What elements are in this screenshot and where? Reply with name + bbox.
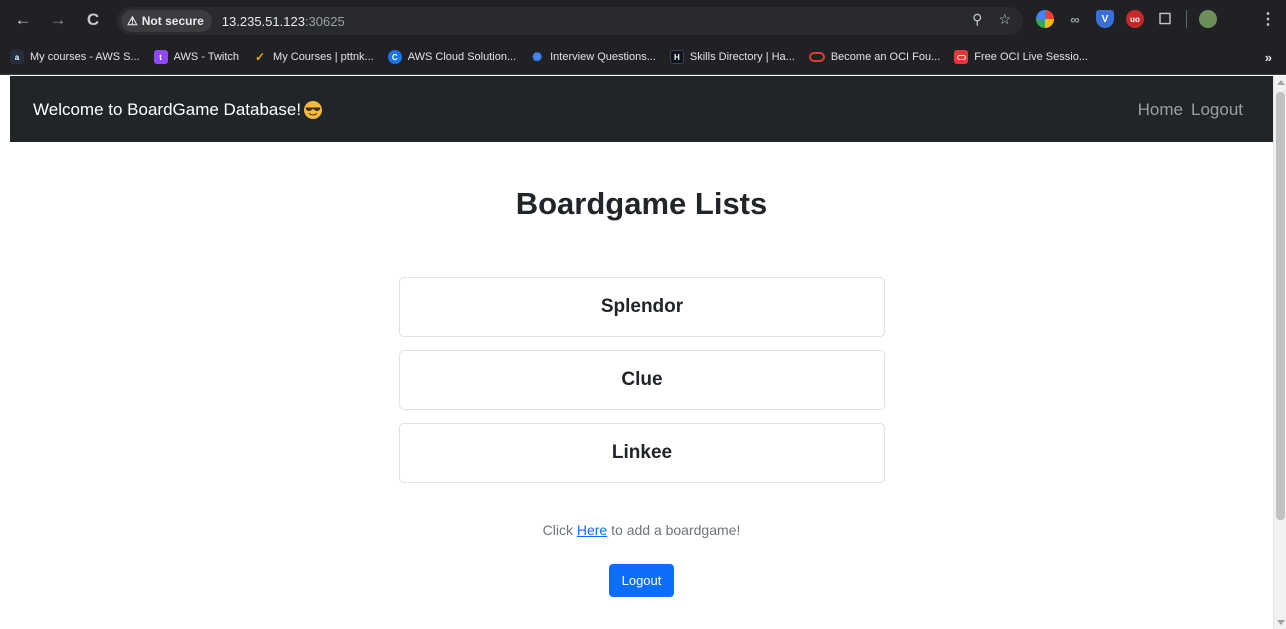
bookmark-item[interactable]: ✺ Interview Questions... — [530, 50, 656, 64]
star-icon: ✺ — [532, 50, 543, 64]
scroll-up-icon[interactable] — [1277, 80, 1285, 85]
toolbar-divider — [1186, 10, 1187, 28]
page-title: Boardgame Lists — [515, 186, 768, 221]
page-viewport: Welcome to BoardGame Database! Home Logo… — [0, 76, 1286, 629]
bookmark-item[interactable]: Free OCI Live Sessio... — [954, 50, 1088, 64]
browser-menu-icon[interactable]: ⋮ — [1260, 9, 1276, 29]
warning-icon: ⚠ — [127, 14, 138, 28]
color-extension-icon[interactable] — [1036, 10, 1054, 28]
boardgame-item[interactable]: Linkee — [399, 423, 885, 483]
scroll-down-icon[interactable] — [1277, 620, 1285, 625]
boardgame-item[interactable]: Splendor — [399, 277, 885, 337]
add-boardgame-text: Click Here to add a boardgame! — [542, 522, 741, 538]
security-chip[interactable]: ⚠ Not secure — [121, 10, 212, 32]
bookmark-item[interactable]: Become an OCI Fou... — [808, 51, 940, 63]
forward-icon[interactable]: → — [47, 10, 69, 30]
oracle-icon — [954, 50, 969, 64]
scrollbar-thumb[interactable] — [1276, 92, 1285, 520]
url-text: 13.235.51.123:30625 — [221, 13, 345, 29]
hackerrank-icon: H — [669, 50, 684, 64]
c-icon: C — [387, 50, 402, 64]
bookmark-item[interactable]: H Skills Directory | Ha... — [669, 50, 795, 64]
bookmarks-bar: a My courses - AWS S... t AWS - Twitch ✓… — [0, 40, 1286, 75]
bookmark-item[interactable]: a My courses - AWS S... — [10, 50, 140, 64]
ublock-icon[interactable]: uo — [1126, 10, 1144, 28]
boardgame-item[interactable]: Clue — [399, 350, 885, 410]
browser-toolbar: ← → C ⚠ Not secure 13.235.51.123:30625 ⚲… — [0, 0, 1286, 40]
security-label: Not secure — [141, 14, 204, 28]
more-bookmarks-icon[interactable]: » — [1265, 50, 1272, 65]
logout-button[interactable]: Logout — [609, 564, 674, 597]
cool-face-emoji-icon — [304, 101, 323, 119]
extensions-puzzle-icon[interactable]: ☐ — [1156, 10, 1174, 28]
back-icon[interactable]: ← — [12, 10, 34, 30]
shield-extension-icon[interactable]: V — [1096, 10, 1114, 28]
add-boardgame-link[interactable]: Here — [577, 522, 607, 538]
bookmark-item[interactable]: ✓ My Courses | pttnk... — [253, 50, 374, 64]
bookmark-star-icon[interactable]: ☆ — [998, 11, 1011, 28]
zoom-icon[interactable]: ⚲ — [972, 11, 982, 28]
aws-icon: a — [10, 50, 24, 64]
nav-link-home[interactable]: Home — [1138, 100, 1183, 120]
site-navbar: Welcome to BoardGame Database! Home Logo… — [10, 76, 1273, 142]
nav-link-logout[interactable]: Logout — [1191, 100, 1243, 120]
reload-icon[interactable]: C — [82, 10, 104, 30]
link-extension-icon[interactable]: ∞ — [1066, 10, 1084, 28]
navbar-brand[interactable]: Welcome to BoardGame Database! — [33, 100, 323, 120]
profile-avatar[interactable] — [1199, 10, 1217, 28]
boardgame-list: Splendor Clue Linkee — [399, 277, 885, 496]
twitch-icon: t — [153, 50, 168, 64]
address-bar[interactable]: ⚠ Not secure 13.235.51.123:30625 ⚲ ☆ — [117, 7, 1023, 35]
course-icon: ✓ — [255, 50, 266, 64]
bookmark-item[interactable]: t AWS - Twitch — [153, 50, 239, 64]
bookmark-item[interactable]: C AWS Cloud Solution... — [387, 50, 516, 64]
vertical-scrollbar[interactable] — [1273, 76, 1286, 629]
oracle-icon — [808, 52, 825, 62]
